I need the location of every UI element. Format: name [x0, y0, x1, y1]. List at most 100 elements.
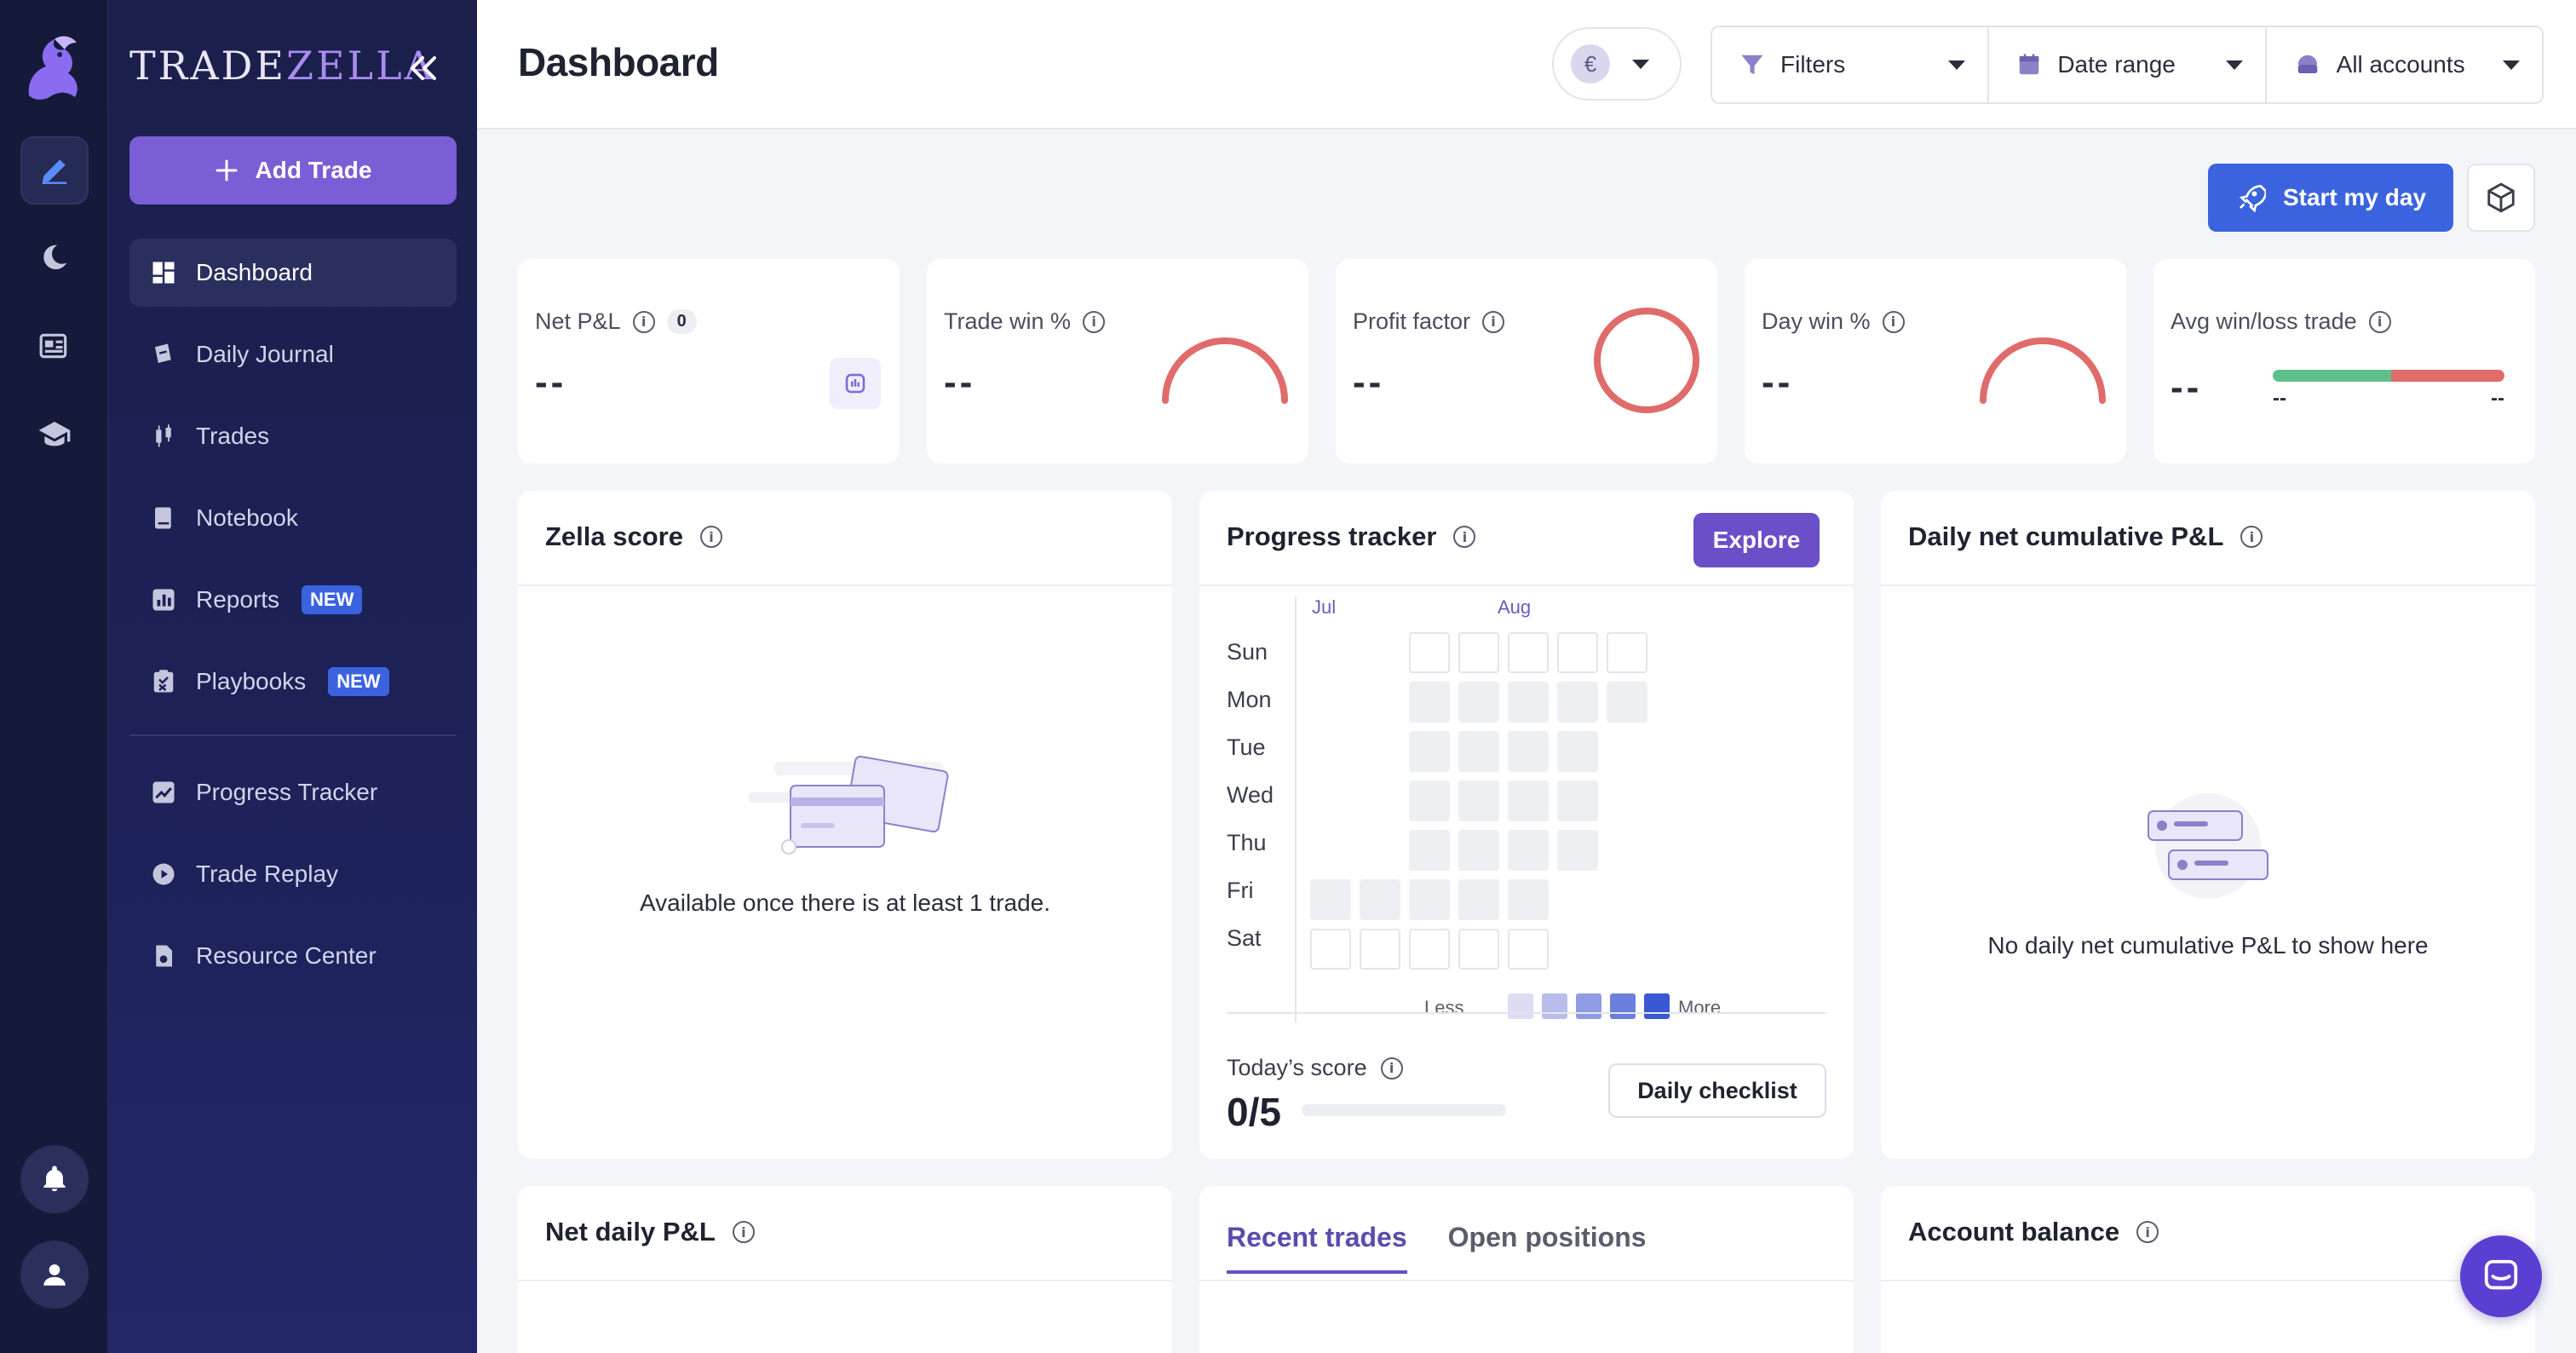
heatmap-cell[interactable] [1508, 830, 1549, 871]
heatmap-cell[interactable] [1409, 780, 1450, 821]
resource-icon [150, 942, 177, 970]
info-icon[interactable]: i [2240, 526, 2263, 548]
rail-news-icon[interactable] [20, 312, 89, 380]
empty-chart-illustration [2148, 793, 2268, 899]
stat-title-text: Day win % [1762, 308, 1871, 334]
stat-title-text: Avg win/loss trade [2171, 308, 2357, 334]
info-icon[interactable]: i [2368, 310, 2391, 333]
support-chat-icon[interactable] [2460, 1235, 2542, 1317]
currency-selector[interactable]: € [1552, 27, 1682, 101]
heatmap-cell[interactable] [1458, 632, 1499, 673]
heatmap-cell[interactable] [1458, 830, 1499, 871]
heatmap-cell[interactable] [1607, 632, 1647, 673]
info-icon[interactable]: i [632, 310, 655, 333]
heatmap-cell[interactable] [1458, 780, 1499, 821]
date-range-dropdown[interactable]: Date range [1989, 27, 2267, 102]
info-icon[interactable]: i [732, 1221, 755, 1243]
heatmap-cell[interactable] [1360, 879, 1400, 920]
rail-journal-pen-icon[interactable] [20, 136, 89, 204]
net-daily-pnl-panel: Net daily P&L i [518, 1186, 1172, 1353]
heatmap-cell[interactable] [1409, 929, 1450, 970]
info-icon[interactable]: i [1380, 1056, 1403, 1080]
chevron-down-icon [2502, 60, 2520, 70]
rail-academy-icon[interactable] [20, 400, 89, 469]
trades-tabs: Recent trades Open positions [1227, 1222, 1647, 1274]
info-icon[interactable]: i [1453, 526, 1476, 548]
heatmap-cell[interactable] [1557, 780, 1598, 821]
day-win-gauge [1980, 337, 2106, 404]
heatmap-cell[interactable] [1360, 929, 1400, 970]
rail-moon-icon[interactable] [20, 223, 89, 291]
heatmap-cell[interactable] [1508, 879, 1549, 920]
heatmap-cell[interactable] [1557, 731, 1598, 772]
trades-icon [150, 423, 177, 450]
collapse-sidebar-icon[interactable] [402, 48, 446, 89]
page-title: Dashboard [518, 40, 719, 84]
sidebar-item-playbooks[interactable]: Playbooks NEW [129, 648, 457, 716]
info-icon[interactable]: i [1482, 310, 1505, 333]
heatmap-cell[interactable] [1508, 929, 1549, 970]
legend-less-label: Less [1424, 997, 1464, 1018]
heatmap-cell[interactable] [1607, 682, 1647, 723]
tab-recent-trades[interactable]: Recent trades [1227, 1222, 1407, 1274]
sidebar-item-label: Daily Journal [196, 341, 334, 367]
info-icon[interactable]: i [1083, 310, 1106, 333]
start-my-day-button[interactable]: Start my day [2208, 164, 2453, 232]
user-profile-icon[interactable] [20, 1241, 89, 1309]
heatmap-cell[interactable] [1409, 632, 1450, 673]
daily-checklist-button[interactable]: Daily checklist [1608, 1063, 1826, 1118]
heatmap-cell[interactable] [1409, 830, 1450, 871]
accounts-dropdown[interactable]: All accounts [2267, 27, 2542, 102]
heatmap-divider [1227, 1012, 1826, 1014]
tradezella-logo-icon[interactable] [20, 29, 89, 104]
todays-score-value: 0/5 [1227, 1090, 1281, 1134]
sidebar-item-progress-tracker[interactable]: Progress Tracker [129, 758, 457, 826]
heatmap-cell[interactable] [1557, 830, 1598, 871]
day-label: Tue [1227, 734, 1266, 760]
tab-open-positions[interactable]: Open positions [1448, 1222, 1647, 1274]
heatmap-cell[interactable] [1310, 879, 1351, 920]
widget-settings-cube-icon[interactable] [2467, 164, 2535, 232]
sidebar-item-label: Playbooks [196, 668, 307, 694]
stat-card-avg-win-loss: Avg win/loss trade i -- -- -- [2153, 259, 2535, 463]
heatmap-cell[interactable] [1458, 731, 1499, 772]
sidebar-item-resource-center[interactable]: Resource Center [129, 922, 457, 990]
sidebar-item-trade-replay[interactable]: Trade Replay [129, 840, 457, 908]
info-icon[interactable]: i [2136, 1221, 2159, 1243]
sidebar-item-daily-journal[interactable]: Daily Journal [129, 320, 457, 389]
progress-tracker-panel: Progress tracker i Explore Jul Aug Sun M… [1199, 491, 1854, 1159]
heatmap-cell[interactable] [1557, 682, 1598, 723]
heatmap-cell[interactable] [1508, 682, 1549, 723]
heatmap-cell[interactable] [1508, 780, 1549, 821]
heatmap-cell[interactable] [1310, 929, 1351, 970]
trade-count-badge: 0 [666, 309, 697, 334]
heatmap-cell[interactable] [1458, 682, 1499, 723]
heatmap-cell[interactable] [1557, 632, 1598, 673]
heatmap-cell[interactable] [1508, 632, 1549, 673]
win-bar-segment [2273, 370, 2391, 382]
avg-win-value: -- [2273, 387, 2286, 410]
panel-title: Zella score [545, 521, 683, 551]
sidebar-item-reports[interactable]: Reports NEW [129, 566, 457, 634]
trade-win-gauge [1162, 337, 1288, 404]
heatmap-cell[interactable] [1458, 929, 1499, 970]
heatmap-cell[interactable] [1409, 879, 1450, 920]
explore-button[interactable]: Explore [1693, 513, 1820, 567]
stat-card-profit-factor: Profit factor i -- [1336, 259, 1717, 463]
chevron-down-icon [2225, 60, 2243, 70]
notifications-bell-icon[interactable] [20, 1145, 89, 1213]
add-trade-button[interactable]: Add Trade [129, 136, 457, 204]
chart-toggle-icon[interactable] [830, 358, 881, 409]
info-icon[interactable]: i [699, 526, 722, 548]
replay-icon [150, 861, 177, 888]
sidebar-item-notebook[interactable]: Notebook [129, 484, 457, 552]
heatmap-cell[interactable] [1458, 879, 1499, 920]
info-icon[interactable]: i [1882, 310, 1905, 333]
heatmap-cell[interactable] [1409, 731, 1450, 772]
heatmap-cell[interactable] [1409, 682, 1450, 723]
sidebar-item-trades[interactable]: Trades [129, 402, 457, 470]
filters-dropdown[interactable]: Filters [1712, 27, 1990, 102]
sidebar-item-dashboard[interactable]: Dashboard [129, 239, 457, 307]
playbooks-icon [150, 668, 177, 695]
heatmap-cell[interactable] [1508, 731, 1549, 772]
